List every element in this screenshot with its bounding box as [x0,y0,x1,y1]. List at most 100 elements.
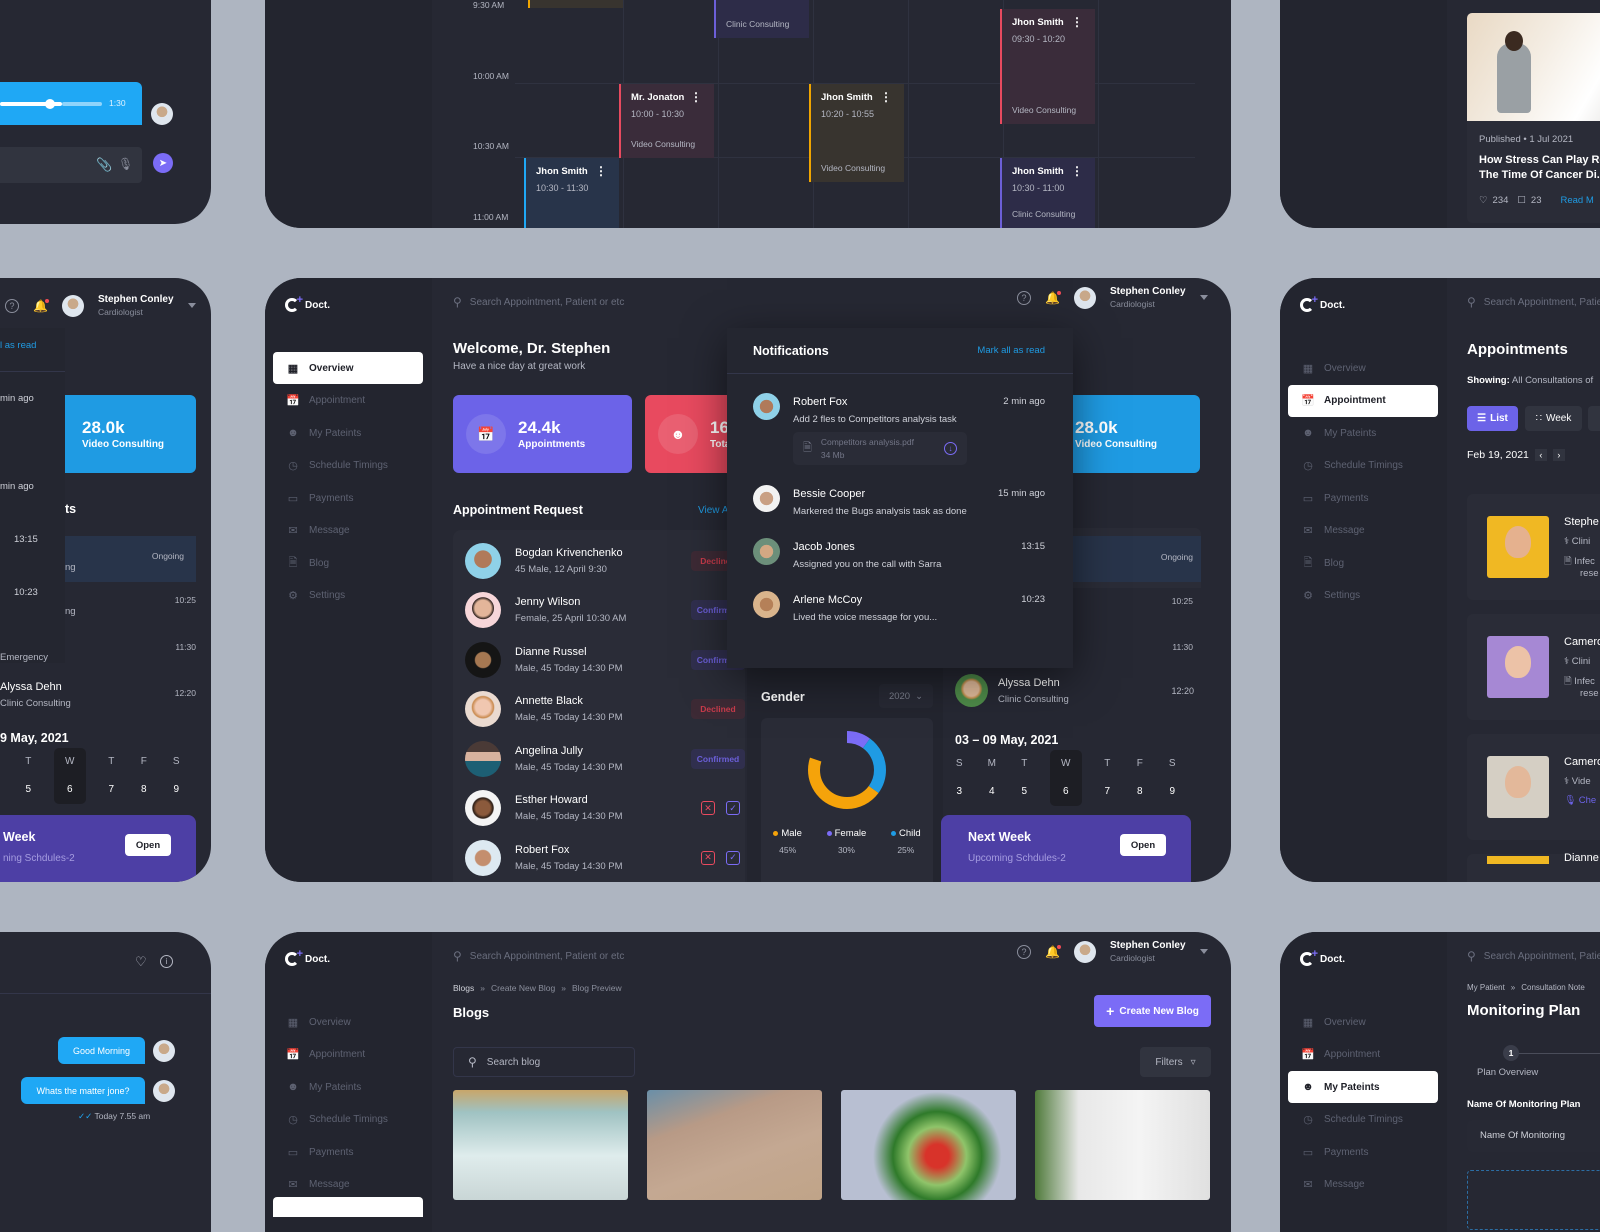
year-select[interactable]: 2020 ⌄ [879,684,933,708]
user-avatar[interactable] [1073,286,1096,309]
day-column[interactable]: T5 [12,748,45,804]
blog-image-vaccines[interactable] [453,1090,628,1200]
calendar-event[interactable]: Jhon Smith 10:30 - 11:00 ⋮ Clinic Consult… [1000,158,1095,228]
day-column[interactable]: S9 [160,748,193,804]
more-options-icon[interactable]: ⋮ [1071,164,1083,178]
sidebar-item-appointment[interactable]: 📅 Appointment [273,385,423,417]
comment-icon[interactable]: ☐ [1517,195,1526,206]
appointment-row[interactable]: Robert Fox Male, 45 Today 14:30 PM ✕ ✓ [453,833,745,882]
blog-image-pills[interactable] [647,1090,822,1200]
user-menu-caret-icon[interactable] [1199,949,1208,954]
help-icon[interactable]: ? [5,298,19,313]
sidebar-item-overview[interactable]: ▦ Overview [1288,352,1438,384]
attachment-icon[interactable]: 📎 [96,157,112,173]
logo[interactable]: Doct. [1300,294,1345,312]
sidebar-item-my-patients[interactable]: ☻ My Pateints [1288,1071,1438,1103]
step-indicator[interactable]: 1 [1503,1045,1519,1061]
sidebar-item-message[interactable]: ✉ Message [273,1169,423,1201]
sidebar-item-schedule-timings[interactable]: ◷ Schedule Timings [273,450,423,482]
filters-button[interactable]: Filters ▿ [1140,1047,1211,1077]
sidebar-item-appointment[interactable]: 📅 Appointment [273,1039,423,1071]
read-more-link[interactable]: Read M [1561,195,1594,206]
calendar-event[interactable]: Jhon Smith 09:30 - 10:20 ⋮ Video Consulti… [1000,9,1095,124]
upcoming-item-ongoing[interactable]: ng Ongoing [65,536,196,582]
calendar-event[interactable]: Jhon Smith 10:20 - 10:55 ⋮ Video Consulti… [809,84,904,182]
day-column[interactable]: T7 [95,748,128,804]
attachment-file[interactable]: 🗎 Competitors analysis.pdf 34 Mb ↓ [793,432,967,465]
decline-button[interactable]: ✕ [701,850,715,865]
mark-all-read-link[interactable]: l as read [0,340,36,351]
more-options-icon[interactable]: ⋮ [595,164,607,178]
global-search[interactable]: ⚲ Search Appointment, Patient or etc [453,295,624,309]
send-button[interactable]: ➤ [153,153,173,173]
sidebar-item-overview[interactable]: ▦ Overview [1288,1006,1438,1038]
breadcrumb-item[interactable]: Blog Preview [572,983,622,993]
appointment-card[interactable]: Camero ⚕ Vide 🎙 Che [1467,734,1600,840]
list-view-button[interactable]: ☰ List [1467,406,1518,431]
sidebar-item-overview[interactable]: ▦ Overview [273,352,423,384]
breadcrumb-item[interactable]: Consultation Note [1521,983,1585,992]
logo[interactable]: Doct. [285,948,330,966]
sidebar-item-overview[interactable]: ▦ Overview [273,1006,423,1038]
notification-item[interactable]: Bessie Cooper Markered the Bugs analysis … [753,485,1045,517]
stat-card-appointments[interactable]: 📅 24.4k Appointments [453,395,632,473]
appointment-row[interactable]: Annette Black Male, 45 Today 14:30 PM Dec… [453,685,745,735]
audio-scrubber-handle[interactable] [45,99,55,109]
calendar-event[interactable]: Mr. Jonaton 10:00 - 10:30 ⋮ Video Consult… [619,84,714,158]
search-input[interactable]: Search Appointment, Patient or etc [1484,951,1600,962]
blog-image-vegetables[interactable] [841,1090,1016,1200]
info-icon[interactable]: i [160,955,173,968]
week-view-button[interactable]: ∷ Week [1525,406,1582,431]
appointment-row[interactable]: Bogdan Krivenchenko 45 Male, 12 April 9:3… [453,536,745,586]
stat-card-video[interactable]: 28.0k Video Consulting [65,395,196,473]
breadcrumb-item[interactable]: Blogs [453,983,474,993]
user-menu-caret-icon[interactable] [187,303,196,308]
blog-card[interactable]: Published • 1 Jul 2021 How Stress Can Pl… [1467,13,1600,223]
logo[interactable]: Doct. [1300,948,1345,966]
calendar-event[interactable]: Clinic Consulting [714,0,809,38]
sidebar-item-settings[interactable]: ⚙ Settings [1288,580,1438,612]
microphone-icon[interactable]: 🎙 [118,157,133,171]
heart-icon[interactable]: ♡ [1479,195,1488,206]
open-button[interactable]: Open [125,834,171,856]
sidebar-item-blog-active[interactable] [273,1197,423,1217]
day-column-selected[interactable]: W6 [53,748,86,804]
appointment-card[interactable]: Camero ⚕ Clini 🗎 Infec rese [1467,614,1600,720]
more-options-icon[interactable]: ⋮ [1071,15,1083,29]
decline-button[interactable]: ✕ [701,801,715,816]
sidebar-item-payments[interactable]: ▭ Payments [273,482,423,514]
day-column[interactable]: F8 [128,748,161,804]
sidebar-item-schedule-timings[interactable]: ◷ Schedule Timings [1288,1104,1438,1136]
user-menu-caret-icon[interactable] [1199,295,1208,300]
notification-item[interactable]: Arlene McCoy Lived the voice message for … [753,591,1045,623]
appointment-row[interactable]: Angelina Jully Male, 45 Today 14:30 PM Co… [453,734,745,784]
logo[interactable]: Doct. [285,294,330,312]
mark-all-read-link[interactable]: Mark all as read [977,345,1045,356]
day-column[interactable]: T7 [1091,750,1124,806]
next-date-button[interactable]: › [1552,449,1565,461]
appointment-row[interactable]: Esther Howard Male, 45 Today 14:30 PM ✕ ✓ [453,784,745,834]
more-options-icon[interactable]: ⋮ [880,90,892,104]
day-column-selected[interactable]: W6 [1049,750,1082,806]
sidebar-item-my-patients[interactable]: ☻ My Pateints [273,417,423,449]
sidebar-item-my-patients[interactable]: ☻ My Pateints [1288,417,1438,449]
bell-icon[interactable]: 🔔 [1045,944,1061,959]
global-search[interactable]: ⚲ Search Appointment, Patient or etc [453,949,624,963]
day-column[interactable]: M4 [976,750,1009,806]
day-column[interactable]: S3 [943,750,976,806]
appointment-row[interactable]: Dianne Russel Male, 45 Today 14:30 PM Con… [453,635,745,685]
notification-item[interactable]: Robert Fox Add 2 fles to Competitors anal… [753,393,1045,465]
view-all-link[interactable]: View A [698,505,728,516]
breadcrumb-item[interactable]: My Patient [1467,983,1505,992]
user-avatar[interactable] [61,294,84,317]
global-search[interactable]: ⚲ Search Appointment, Patient or etc [1467,949,1600,963]
sidebar-item-message[interactable]: ✉ Message [1288,1169,1438,1201]
blog-image-back-pain[interactable] [1035,1090,1210,1200]
sidebar-item-payments[interactable]: ▭ Payments [273,1136,423,1168]
download-icon[interactable]: ↓ [944,442,957,455]
sidebar-item-blog[interactable]: 🗎 Blog [1288,547,1438,579]
calendar-event[interactable]: Jhon Smith 10:30 - 11:30 ⋮ [524,158,619,228]
day-column[interactable]: T5 [1008,750,1041,806]
search-input[interactable]: Search Appointment, Patient or etc [470,951,625,962]
bell-icon[interactable]: 🔔 [1045,290,1061,305]
